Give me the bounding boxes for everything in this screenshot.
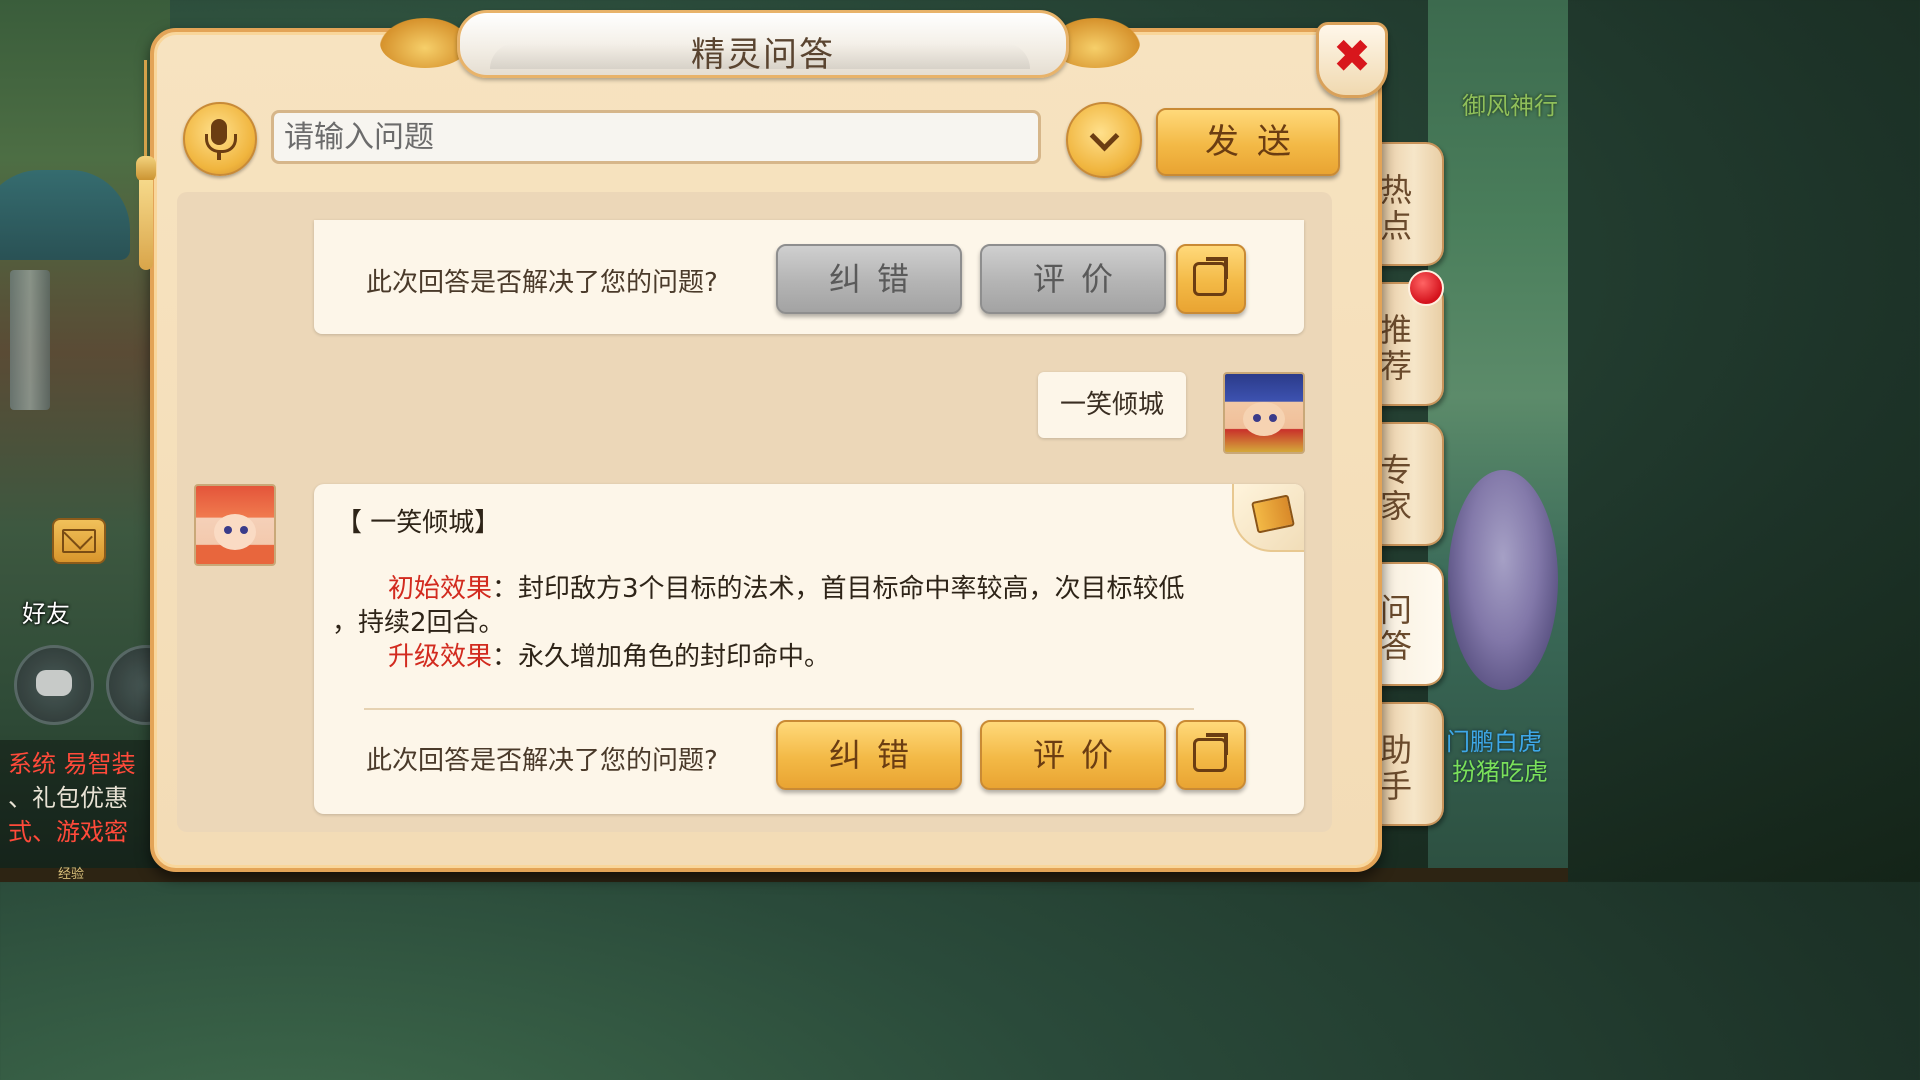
answer-card: 【 一笑倾城】 初始效果：封印敌方3个目标的法术，首目标命中率较高，次目标较低 … (314, 484, 1304, 814)
title-plate: 精灵问答 (457, 10, 1069, 78)
feedback-question: 此次回答是否解决了您的问题? (366, 268, 718, 298)
microphone-button[interactable] (183, 102, 257, 176)
initial-effect-label: 初始效果 (388, 574, 493, 604)
tab-label: 助手 (1380, 731, 1413, 805)
upgrade-effect-label: 升级效果 (388, 642, 493, 672)
tab-label: 问答 (1380, 591, 1413, 665)
chat-bubble-icon[interactable] (14, 645, 94, 725)
share-button[interactable] (1176, 244, 1246, 314)
share-icon (1193, 257, 1228, 296)
dialog-title: 精灵问答 (691, 35, 835, 75)
share-icon (1193, 733, 1228, 772)
tab-expert[interactable]: 专家 (1372, 422, 1444, 546)
stone-pillar (10, 270, 50, 410)
upgrade-effect-text: ：永久增加角色的封印命中。 (492, 642, 831, 672)
chat-line: 式、游戏密 (8, 818, 128, 846)
exp-label: 经验 (58, 867, 85, 882)
previous-answer-card: 此次回答是否解决了您的问题? 纠错 评价 (314, 220, 1304, 334)
chat-line: 、礼包优惠 (8, 784, 128, 812)
tab-label: 推荐 (1380, 311, 1413, 385)
tab-assistant[interactable]: 助手 (1372, 702, 1444, 826)
tab-label: 热点 (1380, 171, 1413, 245)
correct-button[interactable]: 纠错 (776, 720, 962, 790)
tab-hot[interactable]: 热点 (1372, 142, 1444, 266)
feedback-question: 此次回答是否解决了您的问题? (366, 746, 718, 776)
mount-creature (1448, 470, 1558, 690)
user-avatar (1223, 372, 1305, 454)
chat-line: 系统 易智装 (8, 750, 136, 778)
spirit-avatar (194, 484, 276, 566)
player-name-label: 扮猪吃虎 (1452, 758, 1548, 786)
close-icon: ✖ (1332, 29, 1372, 83)
chat-log: 系统 易智装 、礼包优惠 式、游戏密 (0, 740, 165, 870)
chat-area[interactable]: 此次回答是否解决了您的问题? 纠错 评价 一笑倾城 【 一笑倾城】 初始效果：封… (177, 192, 1332, 832)
history-dropdown-button[interactable] (1066, 102, 1142, 178)
user-message-bubble: 一笑倾城 (1038, 372, 1186, 438)
book-icon[interactable] (1232, 484, 1304, 552)
answer-line-upgrade: 升级效果：永久增加角色的封印命中。 (388, 636, 830, 673)
tab-label: 专家 (1380, 451, 1413, 525)
share-button[interactable] (1176, 720, 1246, 790)
close-button[interactable]: ✖ (1316, 22, 1388, 98)
initial-effect-text: ：封印敌方3个目标的法术，首目标命中率较高，次目标较低 (492, 574, 1185, 604)
npc-name-label: 御风神行 (1462, 92, 1558, 120)
answer-header: 【 一笑倾城】 (336, 508, 501, 538)
question-input[interactable] (271, 110, 1041, 164)
correct-button-disabled[interactable]: 纠错 (776, 244, 962, 314)
mail-icon[interactable] (52, 518, 106, 564)
divider (364, 708, 1194, 710)
pavilion-roof (0, 170, 130, 260)
chevron-down-icon (1089, 121, 1120, 152)
notification-dot (1408, 270, 1444, 306)
answer-line-initial: 初始效果：封印敌方3个目标的法术，首目标命中率较高，次目标较低 (388, 568, 1185, 605)
friends-label[interactable]: 好友 (22, 594, 70, 629)
tab-qa[interactable]: 问答 (1372, 562, 1444, 686)
rate-button-disabled[interactable]: 评价 (980, 244, 1166, 314)
rate-button[interactable]: 评价 (980, 720, 1166, 790)
tassel-ornament (134, 60, 158, 270)
answer-line-initial-wrap: ，持续2回合。 (332, 608, 505, 638)
send-button[interactable]: 发送 (1156, 108, 1340, 176)
